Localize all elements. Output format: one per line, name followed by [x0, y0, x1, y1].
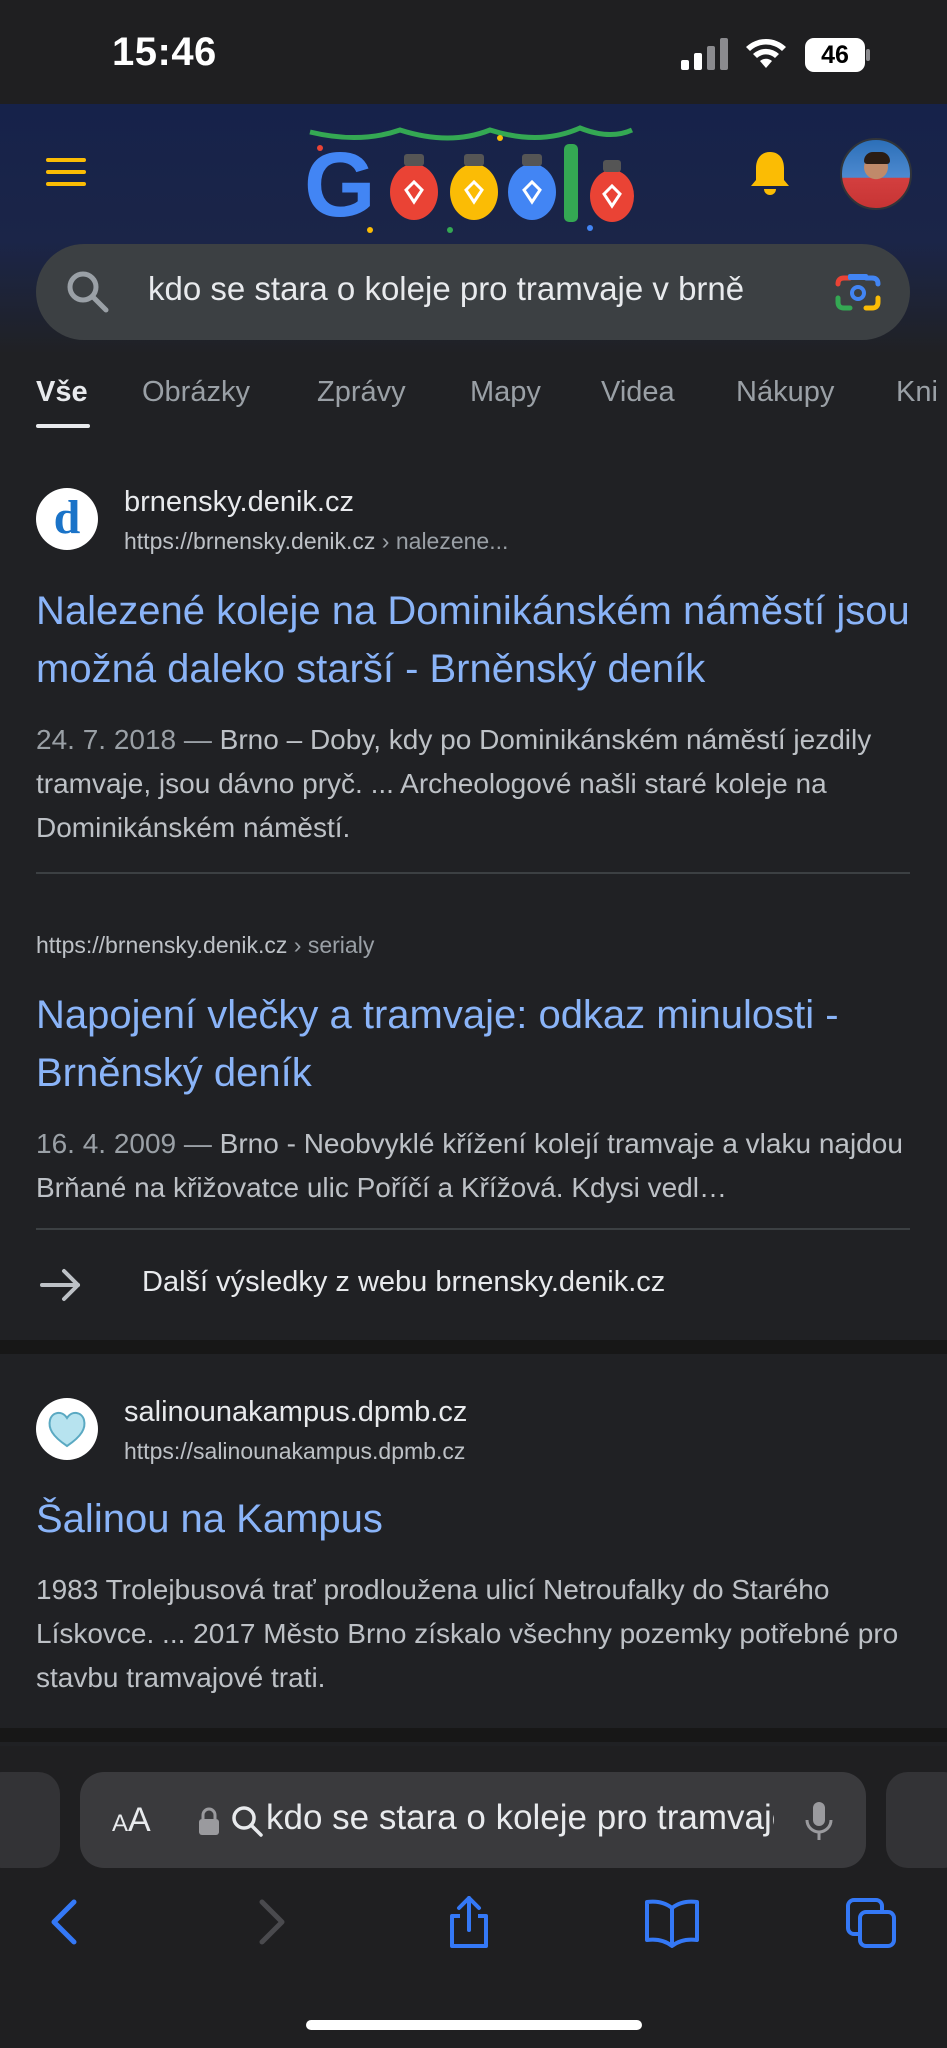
result-title-link[interactable]: Šalinou na Kampus [36, 1490, 916, 1548]
tab-all[interactable]: Vše [36, 376, 88, 409]
tab-videos[interactable]: Videa [601, 376, 675, 409]
svg-text:G: G [304, 134, 376, 236]
forward-chevron-icon[interactable] [246, 1896, 296, 1948]
result-url-crumb: › nalezene... [375, 528, 509, 554]
tab-shopping[interactable]: Nákupy [736, 376, 834, 409]
wifi-icon [746, 39, 786, 68]
tab-news[interactable]: Zprávy [317, 376, 406, 409]
favicon-letter: d [53, 491, 81, 544]
tab-books[interactable]: Kni [896, 376, 938, 409]
result-divider [36, 872, 910, 874]
result-snippet: 16. 4. 2009 — Brno - Neobvyklé křížení k… [36, 1122, 916, 1210]
heart-logo-icon [38, 1400, 96, 1458]
result-url[interactable]: https://brnensky.denik.cz › nalezene... [124, 528, 508, 555]
tabs-overview-icon[interactable] [846, 1896, 896, 1948]
microphone-icon[interactable] [804, 1800, 834, 1842]
aa-large: A [128, 1801, 151, 1839]
result-url-base: https://brnensky.denik.cz [36, 932, 288, 958]
address-bar-text[interactable]: kdo se stara o koleje pro tramvaje v brn… [266, 1798, 774, 1838]
result-date: 16. 4. 2009 — [36, 1128, 212, 1159]
result-title-link[interactable]: Napojení vlečky a tramvaje: odkaz minulo… [36, 986, 916, 1102]
active-tab-indicator [36, 424, 90, 428]
section-separator [0, 1728, 947, 1742]
result-site-name[interactable]: salinounakampus.dpmb.cz [124, 1396, 467, 1429]
result-url-base: https://salinounakampus.dpmb.cz [124, 1438, 466, 1464]
result-divider [36, 1228, 910, 1230]
result-title-link[interactable]: Nalezené koleje na Dominikánském náměstí… [36, 582, 916, 698]
arrow-right-icon[interactable] [40, 1268, 82, 1302]
search-input[interactable]: kdo se stara o koleje pro tramvaje v brn… [148, 270, 798, 308]
back-chevron-icon[interactable] [40, 1896, 90, 1948]
google-lens-camera-icon[interactable] [834, 270, 882, 314]
google-doodle-logo[interactable]: G [300, 118, 640, 238]
result-url[interactable]: https://brnensky.denik.cz › serialy [36, 932, 374, 959]
page-settings-button[interactable]: AA [112, 1801, 151, 1840]
section-separator [0, 1340, 947, 1354]
search-icon[interactable] [64, 268, 110, 314]
home-indicator [306, 2020, 642, 2030]
battery-level: 46 [821, 41, 849, 69]
site-favicon-denik: d [36, 488, 98, 550]
result-date: 24. 7. 2018 — [36, 724, 212, 755]
result-url[interactable]: https://salinounakampus.dpmb.cz [124, 1438, 465, 1465]
battery-indicator: 46 [805, 38, 871, 72]
tab-maps[interactable]: Mapy [470, 376, 541, 409]
account-avatar[interactable] [840, 138, 912, 210]
status-time: 15:46 [112, 30, 217, 74]
more-results-link[interactable]: Další výsledky z webu brnensky.denik.cz [142, 1266, 665, 1299]
result-snippet: 1983 Trolejbusová trať prodloužena ulicí… [36, 1574, 899, 1693]
previous-tab-pill[interactable] [0, 1772, 60, 1868]
search-tabs: Vše Obrázky Zprávy Mapy Videa Nákupy Kni [36, 370, 947, 430]
tab-images[interactable]: Obrázky [142, 376, 250, 409]
notifications-bell-icon[interactable] [748, 148, 792, 196]
magnifier-icon [232, 1806, 263, 1837]
menu-icon[interactable] [44, 154, 88, 190]
result-url-base: https://brnensky.denik.cz [124, 528, 376, 554]
share-icon[interactable] [444, 1896, 494, 1948]
cellular-signal-icon [681, 38, 728, 70]
result-snippet: 24. 7. 2018 — Brno – Doby, kdy po Domini… [36, 718, 916, 850]
bookmarks-book-icon[interactable] [644, 1896, 700, 1948]
result-url-crumb: › serialy [287, 932, 375, 958]
next-tab-pill[interactable] [886, 1772, 947, 1868]
site-favicon-salinou [36, 1398, 98, 1460]
lock-icon [199, 1807, 219, 1835]
aa-small: A [112, 1810, 129, 1837]
result-site-name[interactable]: brnensky.denik.cz [124, 486, 354, 519]
